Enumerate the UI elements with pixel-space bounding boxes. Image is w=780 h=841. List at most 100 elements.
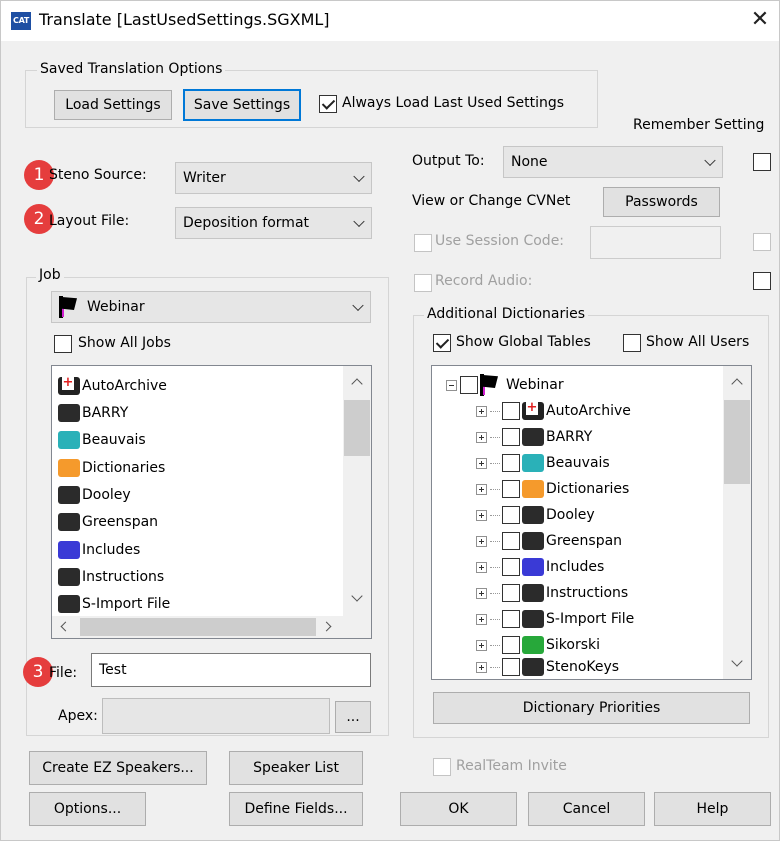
speaker-list-button[interactable]: Speaker List: [229, 751, 363, 785]
use-session-code-checkbox[interactable]: [414, 234, 432, 252]
options-button[interactable]: Options...: [29, 792, 146, 826]
load-settings-button[interactable]: Load Settings: [54, 90, 172, 120]
remember-output-checkbox[interactable]: [753, 153, 771, 171]
remember-session-checkbox[interactable]: [753, 233, 771, 251]
steno-source-select[interactable]: Writer: [175, 162, 372, 194]
tree-checkbox[interactable]: [502, 584, 520, 602]
remember-setting-label: Remember Setting: [633, 117, 765, 133]
scroll-thumb[interactable]: [724, 400, 750, 484]
expand-icon[interactable]: [476, 613, 487, 625]
apex-input[interactable]: [102, 698, 330, 734]
scroll-down-icon[interactable]: [731, 655, 743, 667]
list-item[interactable]: Includes: [58, 537, 140, 563]
output-to-select[interactable]: None: [503, 146, 723, 178]
show-all-users-checkbox[interactable]: [623, 334, 641, 352]
close-icon[interactable]: ✕: [743, 3, 777, 37]
tree-item[interactable]: AutoArchive: [476, 398, 631, 424]
show-all-jobs-checkbox[interactable]: [54, 335, 72, 353]
list-item[interactable]: S-Import File: [58, 591, 170, 617]
file-input[interactable]: Test: [91, 653, 371, 687]
list-item[interactable]: Beauvais: [58, 427, 146, 453]
expand-icon[interactable]: [476, 483, 487, 495]
job-select[interactable]: Webinar: [51, 291, 371, 323]
save-settings-button[interactable]: Save Settings: [183, 89, 301, 121]
chevron-down-icon: [704, 154, 716, 167]
scroll-down-icon[interactable]: [351, 590, 363, 602]
record-audio-checkbox[interactable]: [414, 274, 432, 292]
tree-checkbox[interactable]: [502, 480, 520, 498]
job-list-vscrollbar[interactable]: [343, 366, 371, 616]
cancel-button[interactable]: Cancel: [528, 792, 645, 826]
tree-checkbox[interactable]: [502, 428, 520, 446]
scroll-up-icon[interactable]: [731, 378, 743, 390]
tree-checkbox[interactable]: [502, 402, 520, 420]
tree-item-label: Sikorski: [546, 637, 600, 653]
apex-browse-button[interactable]: ...: [335, 701, 371, 733]
scroll-left-icon[interactable]: [60, 621, 71, 632]
layout-file-select[interactable]: Deposition format: [175, 207, 372, 239]
list-item[interactable]: Dooley: [58, 482, 131, 508]
job-list[interactable]: AutoArchive BARRY Beauvais Dictionaries …: [51, 365, 372, 639]
scroll-thumb[interactable]: [344, 400, 370, 456]
tree-checkbox[interactable]: [502, 636, 520, 654]
tree-checkbox[interactable]: [502, 558, 520, 576]
hscroll-thumb[interactable]: [80, 618, 316, 636]
expand-icon[interactable]: [476, 509, 487, 521]
tree-item-label: Instructions: [546, 585, 629, 601]
expand-icon[interactable]: [476, 587, 487, 599]
expand-icon[interactable]: [476, 661, 487, 673]
job-list-hscrollbar[interactable]: [52, 616, 371, 638]
help-button[interactable]: Help: [654, 792, 771, 826]
tree-item[interactable]: Dictionaries: [476, 476, 629, 502]
expand-icon[interactable]: [476, 639, 487, 651]
collapse-icon[interactable]: [446, 379, 457, 391]
list-item[interactable]: Dictionaries: [58, 455, 165, 481]
list-item[interactable]: BARRY: [58, 400, 128, 426]
remember-record-audio-checkbox[interactable]: [753, 272, 771, 290]
scroll-right-icon[interactable]: [321, 621, 332, 632]
show-global-tables-checkbox[interactable]: [433, 334, 451, 352]
tree-item[interactable]: S-Import File: [476, 606, 634, 632]
tree-item[interactable]: Includes: [476, 554, 604, 580]
expand-icon[interactable]: [476, 431, 487, 443]
realteam-invite-checkbox[interactable]: [433, 758, 451, 776]
tree-checkbox[interactable]: [502, 610, 520, 628]
tree-root[interactable]: Webinar: [446, 372, 564, 398]
always-load-checkbox[interactable]: [319, 95, 337, 113]
session-code-input[interactable]: [590, 226, 721, 259]
create-ez-speakers-button[interactable]: Create EZ Speakers...: [29, 751, 207, 785]
list-item[interactable]: Instructions: [58, 564, 164, 590]
tree-checkbox[interactable]: [502, 658, 520, 676]
tree-item[interactable]: Instructions: [476, 580, 628, 606]
expand-icon[interactable]: [476, 535, 487, 547]
show-all-users-label: Show All Users: [646, 334, 750, 350]
expand-icon[interactable]: [476, 405, 487, 417]
expand-icon[interactable]: [476, 561, 487, 573]
translate-dialog: CAT Translate [LastUsedSettings.SGXML] ✕…: [0, 0, 780, 841]
tree-checkbox[interactable]: [502, 454, 520, 472]
tree-item[interactable]: StenoKeys: [476, 654, 619, 679]
dictionary-tree-vscrollbar[interactable]: [723, 366, 751, 679]
tree-item[interactable]: Greenspan: [476, 528, 622, 554]
black-case-icon: [522, 658, 544, 676]
list-item[interactable]: AutoArchive: [58, 373, 167, 399]
tree-item[interactable]: BARRY: [476, 424, 592, 450]
expand-icon[interactable]: [476, 457, 487, 469]
define-fields-button[interactable]: Define Fields...: [229, 792, 363, 826]
tree-item[interactable]: Dooley: [476, 502, 595, 528]
black-case-icon: [522, 428, 544, 446]
scroll-up-icon[interactable]: [351, 378, 363, 390]
list-item[interactable]: Greenspan: [58, 509, 158, 535]
black-case-icon: [58, 568, 80, 586]
ok-button[interactable]: OK: [400, 792, 517, 826]
tree-checkbox[interactable]: [460, 376, 478, 394]
tree-checkbox[interactable]: [502, 506, 520, 524]
tree-item[interactable]: Beauvais: [476, 450, 610, 476]
additional-dictionaries-label: Additional Dictionaries: [424, 306, 589, 322]
dictionary-tree[interactable]: Webinar AutoArchive BARRY Beauvais Dicti…: [431, 365, 752, 680]
passwords-button[interactable]: Passwords: [603, 187, 720, 217]
red-case-icon: [58, 376, 80, 395]
tree-checkbox[interactable]: [502, 532, 520, 550]
dictionary-priorities-button[interactable]: Dictionary Priorities: [433, 692, 750, 724]
list-item-label: Beauvais: [82, 432, 146, 448]
